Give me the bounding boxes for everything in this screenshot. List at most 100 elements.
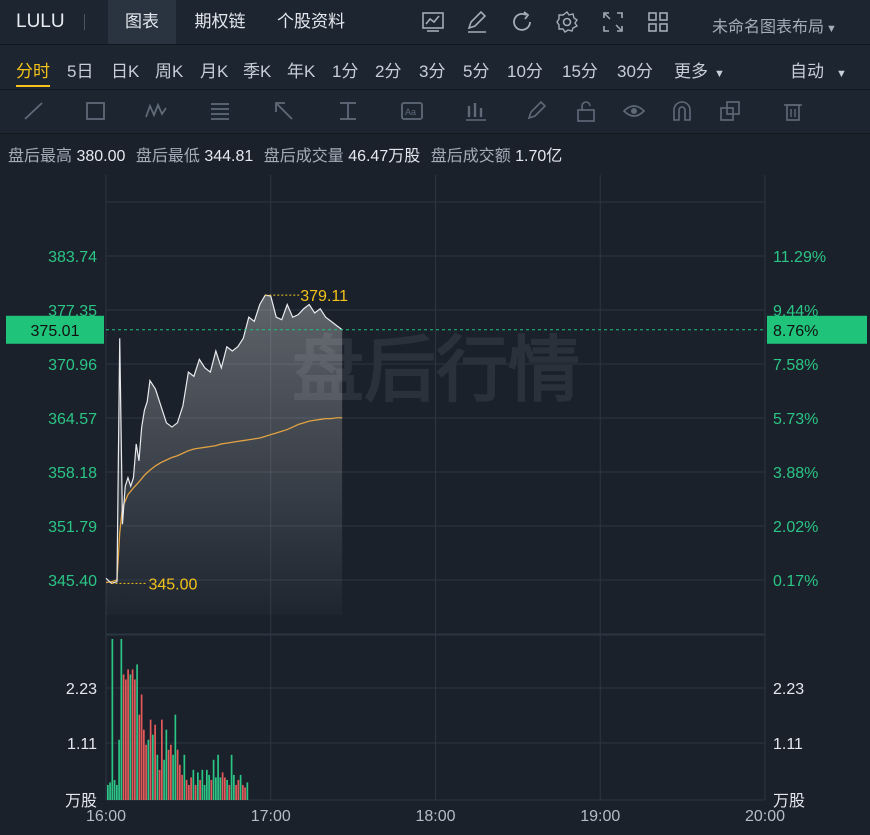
top-bar: LULU 图表 期权链 个股资料 未命名图表布局 ▼ [0,0,870,45]
volume-bar [161,719,163,800]
low-value: 344.81 [204,148,254,165]
volume-bar [167,749,170,800]
volume-bar [219,777,222,800]
volume-bar [244,787,246,800]
rectangle-tool-icon[interactable] [84,100,108,122]
period-5min[interactable]: 5分 [463,57,489,82]
volume-bar [210,779,213,800]
volume-bar [233,774,235,800]
brush-icon[interactable] [525,100,549,122]
line-tool-icon[interactable] [22,100,46,122]
volume-bar [143,729,145,800]
volume-bar [107,784,109,800]
volume-tick-left: 1.11 [67,736,97,753]
x-tick: 18:00 [415,808,455,825]
layout-dropdown[interactable]: 未命名图表布局 ▼ [712,13,837,37]
period-monthly[interactable]: 月K [200,57,228,82]
volume-bar [118,739,120,800]
x-tick: 20:00 [745,808,785,825]
volume-bar [226,779,228,800]
volume-bar [174,714,177,800]
magnet-icon[interactable] [670,100,694,122]
period-daily[interactable]: 日K [111,57,139,82]
drawing-toolbar: Aa [0,90,870,134]
period-30min[interactable]: 30分 [617,57,653,82]
volume-bar [154,724,156,800]
x-tick: 17:00 [251,808,291,825]
volume-bar [197,772,199,800]
volume-bar [156,754,159,800]
measure-tool-icon[interactable] [336,100,360,122]
text-tool-icon[interactable]: Aa [400,100,424,122]
fullscreen-icon[interactable] [601,10,625,34]
pattern-tool-icon[interactable] [144,100,168,122]
price-chart[interactable]: 盘后行情 383.74377.35370.96364.57358.18351.7… [0,165,870,835]
period-yearly[interactable]: 年K [287,57,315,82]
volume-bar [147,739,150,800]
eye-icon[interactable] [622,100,646,122]
y-right-tick: 5.73% [773,411,818,428]
tab-stock-profile[interactable]: 个股资料 [264,0,358,44]
period-5day[interactable]: 5日 [67,57,93,82]
fibonacci-tool-icon[interactable] [208,100,232,122]
chevron-down-icon: ▼ [836,68,847,80]
period-2min[interactable]: 2分 [375,57,401,82]
volume-bar [109,782,111,800]
period-bar: 分时 5日 日K 周K 月K 季K 年K 1分 2分 3分 5分 10分 15分… [0,45,870,90]
ticker-divider [84,14,85,30]
volume-bar [185,779,188,800]
y-left-tick: 364.57 [48,411,97,428]
volume-value: 46.47万股 [348,148,421,165]
period-weekly[interactable]: 周K [155,57,183,82]
chevron-down-icon: ▼ [826,23,837,35]
period-more[interactable]: 更多 ▼ [674,57,725,82]
volume-bar [188,784,190,800]
volume-tick-left: 2.23 [66,681,97,698]
low-annotation-label: 345.00 [148,576,197,593]
ticker-symbol: LULU [16,11,65,32]
volume-bar [138,714,141,800]
volume-bar [136,664,138,800]
tab-options-chain[interactable]: 期权链 [178,0,262,44]
volume-bar [170,744,172,800]
high-label: 盘后最高 [8,148,73,165]
volume-bar [140,694,143,800]
period-15min[interactable]: 15分 [562,57,598,82]
refresh-icon[interactable] [510,10,534,34]
period-10min[interactable]: 10分 [507,57,543,82]
volume-bar [221,772,224,800]
chart-icon[interactable] [421,10,445,34]
layout-name: 未命名图表布局 [712,19,825,36]
volume-bar [165,729,168,800]
volume-bar [201,769,204,800]
active-period-underline [16,85,50,87]
volume-bar [228,784,231,800]
edit-icon[interactable] [465,10,489,34]
volume-bar [111,639,114,800]
period-intraday[interactable]: 分时 [16,57,50,82]
period-3min[interactable]: 3分 [419,57,445,82]
volume-bar [163,759,165,800]
y-right-tick: 3.88% [773,465,818,482]
scale-mode-dropdown[interactable]: 自动 ▼ [790,57,847,82]
after-hours-info: 盘后最高 380.00 盘后最低 344.81 盘后成交量 46.47万股 盘后… [8,142,568,166]
settings-icon[interactable] [555,10,579,34]
volume-bar [176,749,179,800]
volume-bar [206,769,208,800]
layers-icon[interactable] [718,100,742,122]
volume-bar [158,769,161,800]
trash-icon[interactable] [781,100,805,122]
volume-bar [145,744,147,800]
y-left-tick: 383.74 [48,249,97,266]
grid-layout-icon[interactable] [646,10,670,34]
volume-bar [239,774,242,800]
indicator-tool-icon[interactable] [464,100,488,122]
price-area [106,295,343,615]
arrow-tool-icon[interactable] [272,100,296,122]
period-1min[interactable]: 1分 [332,57,358,82]
tab-chart[interactable]: 图表 [108,0,176,44]
lock-icon[interactable] [574,100,598,122]
amount-label: 盘后成交额 [430,148,511,165]
period-quarterly[interactable]: 季K [243,57,271,82]
volume-bar [179,764,181,800]
